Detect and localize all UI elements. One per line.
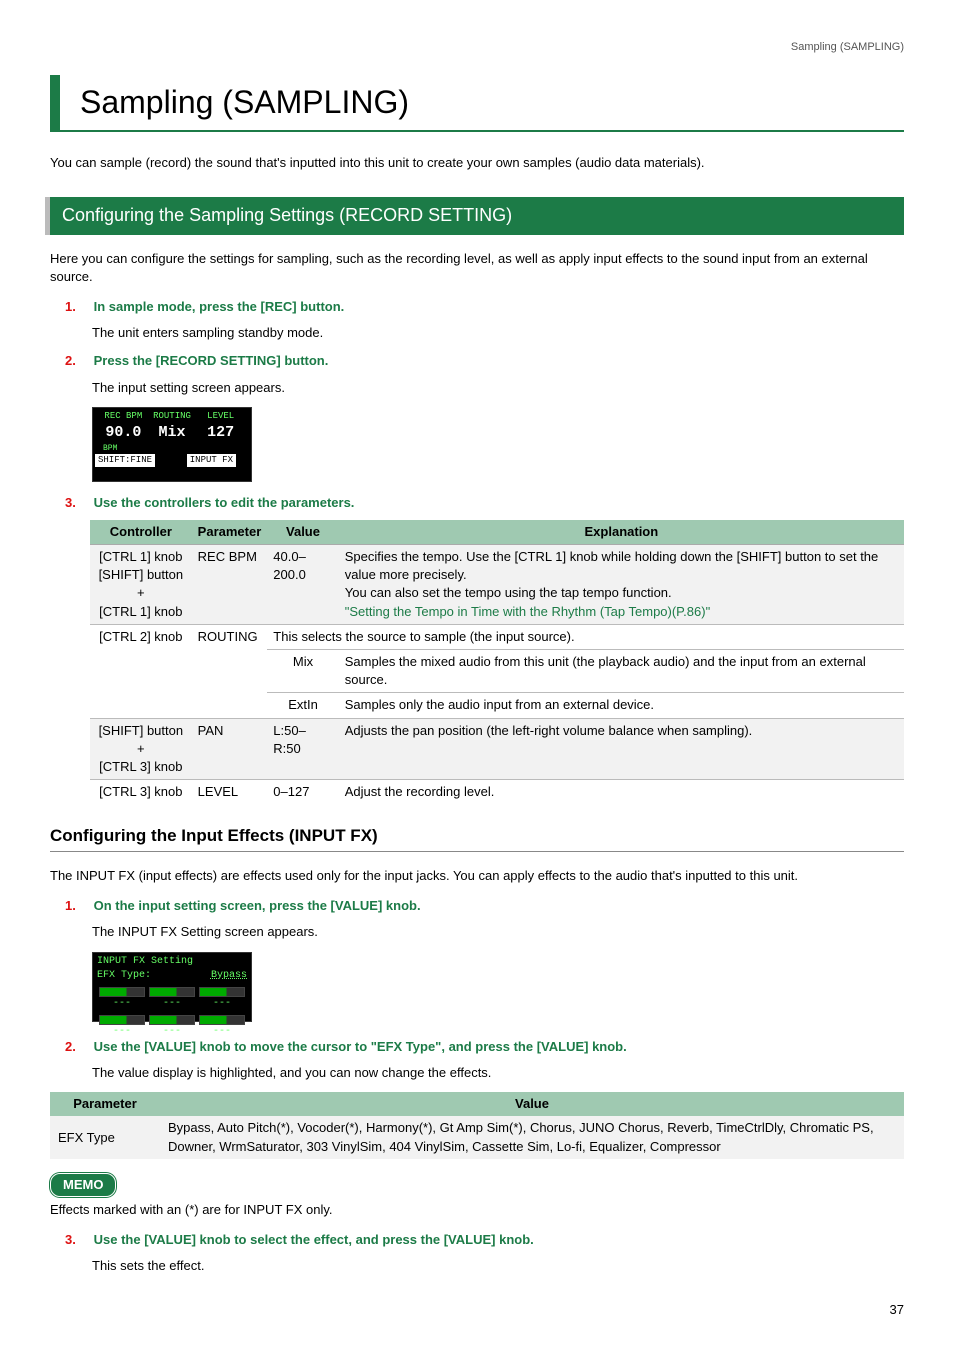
chapter-title: Sampling (SAMPLING): [50, 75, 904, 132]
lcd-value: Bypass: [211, 969, 247, 983]
lcd-label: SHIFT:FINE: [95, 454, 155, 467]
cross-reference-link[interactable]: "Setting the Tempo in Time with the Rhyt…: [345, 604, 710, 619]
step-number: 2.: [65, 1038, 90, 1056]
step-number: 3.: [65, 1231, 90, 1249]
step-instruction: Use the [VALUE] knob to select the effec…: [94, 1232, 534, 1247]
table-cell: REC BPM: [192, 545, 268, 625]
memo-badge: MEMO: [50, 1173, 116, 1197]
step-number: 1.: [65, 897, 90, 915]
table-cell: LEVEL: [192, 780, 268, 805]
inputfx-step-3: 3. Use the [VALUE] knob to select the ef…: [65, 1231, 904, 1249]
table-cell: [CTRL 2] knob: [90, 624, 192, 718]
table-cell: 40.0–200.0: [267, 545, 338, 625]
step-2-sub: The input setting screen appears.: [92, 379, 904, 397]
lcd-screenshot-record-setting: REC BPM ROUTING LEVEL 90.0 Mix 127 BPM S…: [92, 407, 252, 482]
table-cell: EFX Type: [50, 1116, 160, 1158]
running-header: Sampling (SAMPLING): [50, 40, 904, 55]
table-cell: Bypass, Auto Pitch(*), Vocoder(*), Harmo…: [160, 1116, 904, 1158]
table-cell: PAN: [192, 718, 268, 780]
table-cell: [CTRL 3] knob: [90, 780, 192, 805]
table-header: Value: [160, 1092, 904, 1116]
step-2: 2. Press the [RECORD SETTING] button.: [65, 352, 904, 370]
lcd-label: BPM: [93, 443, 251, 454]
table-cell: Specifies the tempo. Use the [CTRL 1] kn…: [339, 545, 904, 625]
table-cell: L:50–R:50: [267, 718, 338, 780]
step-number: 3.: [65, 494, 90, 512]
section1-intro: Here you can configure the settings for …: [50, 250, 904, 286]
step-1-sub: The unit enters sampling standby mode.: [92, 324, 904, 342]
inputfx-step-2-sub: The value display is highlighted, and yo…: [92, 1064, 904, 1082]
step-1: 1. In sample mode, press the [REC] butto…: [65, 298, 904, 316]
table-cell: Adjusts the pan position (the left-right…: [339, 718, 904, 780]
table-cell: 0–127: [267, 780, 338, 805]
step-number: 1.: [65, 298, 90, 316]
step-instruction: Press the [RECORD SETTING] button.: [94, 353, 329, 368]
lcd-label: ROUTING: [148, 410, 197, 423]
table-cell: Samples only the audio input from an ext…: [339, 693, 904, 718]
lcd-label: INPUT FX Setting: [93, 953, 251, 969]
step-instruction: Use the [VALUE] knob to move the cursor …: [94, 1039, 627, 1054]
table-cell: This selects the source to sample (the i…: [267, 624, 904, 649]
table-header: Explanation: [339, 520, 904, 545]
step-number: 2.: [65, 352, 90, 370]
page-number: 37: [50, 1301, 904, 1319]
inputfx-step-3-sub: This sets the effect.: [92, 1257, 904, 1275]
inputfx-step-2: 2. Use the [VALUE] knob to move the curs…: [65, 1038, 904, 1056]
lcd-screenshot-input-fx: INPUT FX Setting EFX Type: Bypass ------…: [92, 952, 252, 1022]
table-cell: [SHIFT] button + [CTRL 3] knob: [90, 718, 192, 780]
parameter-table: Controller Parameter Value Explanation […: [90, 520, 904, 804]
intro-paragraph: You can sample (record) the sound that's…: [50, 154, 904, 172]
inputfx-step-1: 1. On the input setting screen, press th…: [65, 897, 904, 915]
section2-intro: The INPUT FX (input effects) are effects…: [50, 867, 904, 885]
table-cell: [CTRL 1] knob [SHIFT] button + [CTRL 1] …: [90, 545, 192, 625]
memo-text: Effects marked with an (*) are for INPUT…: [50, 1201, 904, 1219]
lcd-label: LEVEL: [196, 410, 245, 423]
lcd-label: REC BPM: [99, 410, 148, 423]
step-3: 3. Use the controllers to edit the param…: [65, 494, 904, 512]
table-cell: Samples the mixed audio from this unit (…: [339, 650, 904, 693]
table-header: Controller: [90, 520, 192, 545]
table-cell: ExtIn: [267, 693, 338, 718]
lcd-value: 90.0: [99, 422, 148, 443]
table-cell: Adjust the recording level.: [339, 780, 904, 805]
inputfx-step-1-sub: The INPUT FX Setting screen appears.: [92, 923, 904, 941]
lcd-label: EFX Type:: [97, 970, 151, 981]
table-header: Value: [267, 520, 338, 545]
lcd-label: INPUT FX: [187, 454, 236, 467]
efx-type-table: Parameter Value EFX Type Bypass, Auto Pi…: [50, 1092, 904, 1159]
table-cell: Mix: [267, 650, 338, 693]
step-instruction: In sample mode, press the [REC] button.: [94, 299, 345, 314]
lcd-value: 127: [196, 422, 245, 443]
lcd-value: Mix: [148, 422, 197, 443]
table-cell: ROUTING: [192, 624, 268, 718]
section-heading-record-setting: Configuring the Sampling Settings (RECOR…: [45, 197, 904, 234]
table-header: Parameter: [50, 1092, 160, 1116]
subsection-heading-input-fx: Configuring the Input Effects (INPUT FX): [50, 824, 904, 852]
table-header: Parameter: [192, 520, 268, 545]
step-instruction: On the input setting screen, press the […: [94, 898, 421, 913]
step-instruction: Use the controllers to edit the paramete…: [94, 495, 355, 510]
